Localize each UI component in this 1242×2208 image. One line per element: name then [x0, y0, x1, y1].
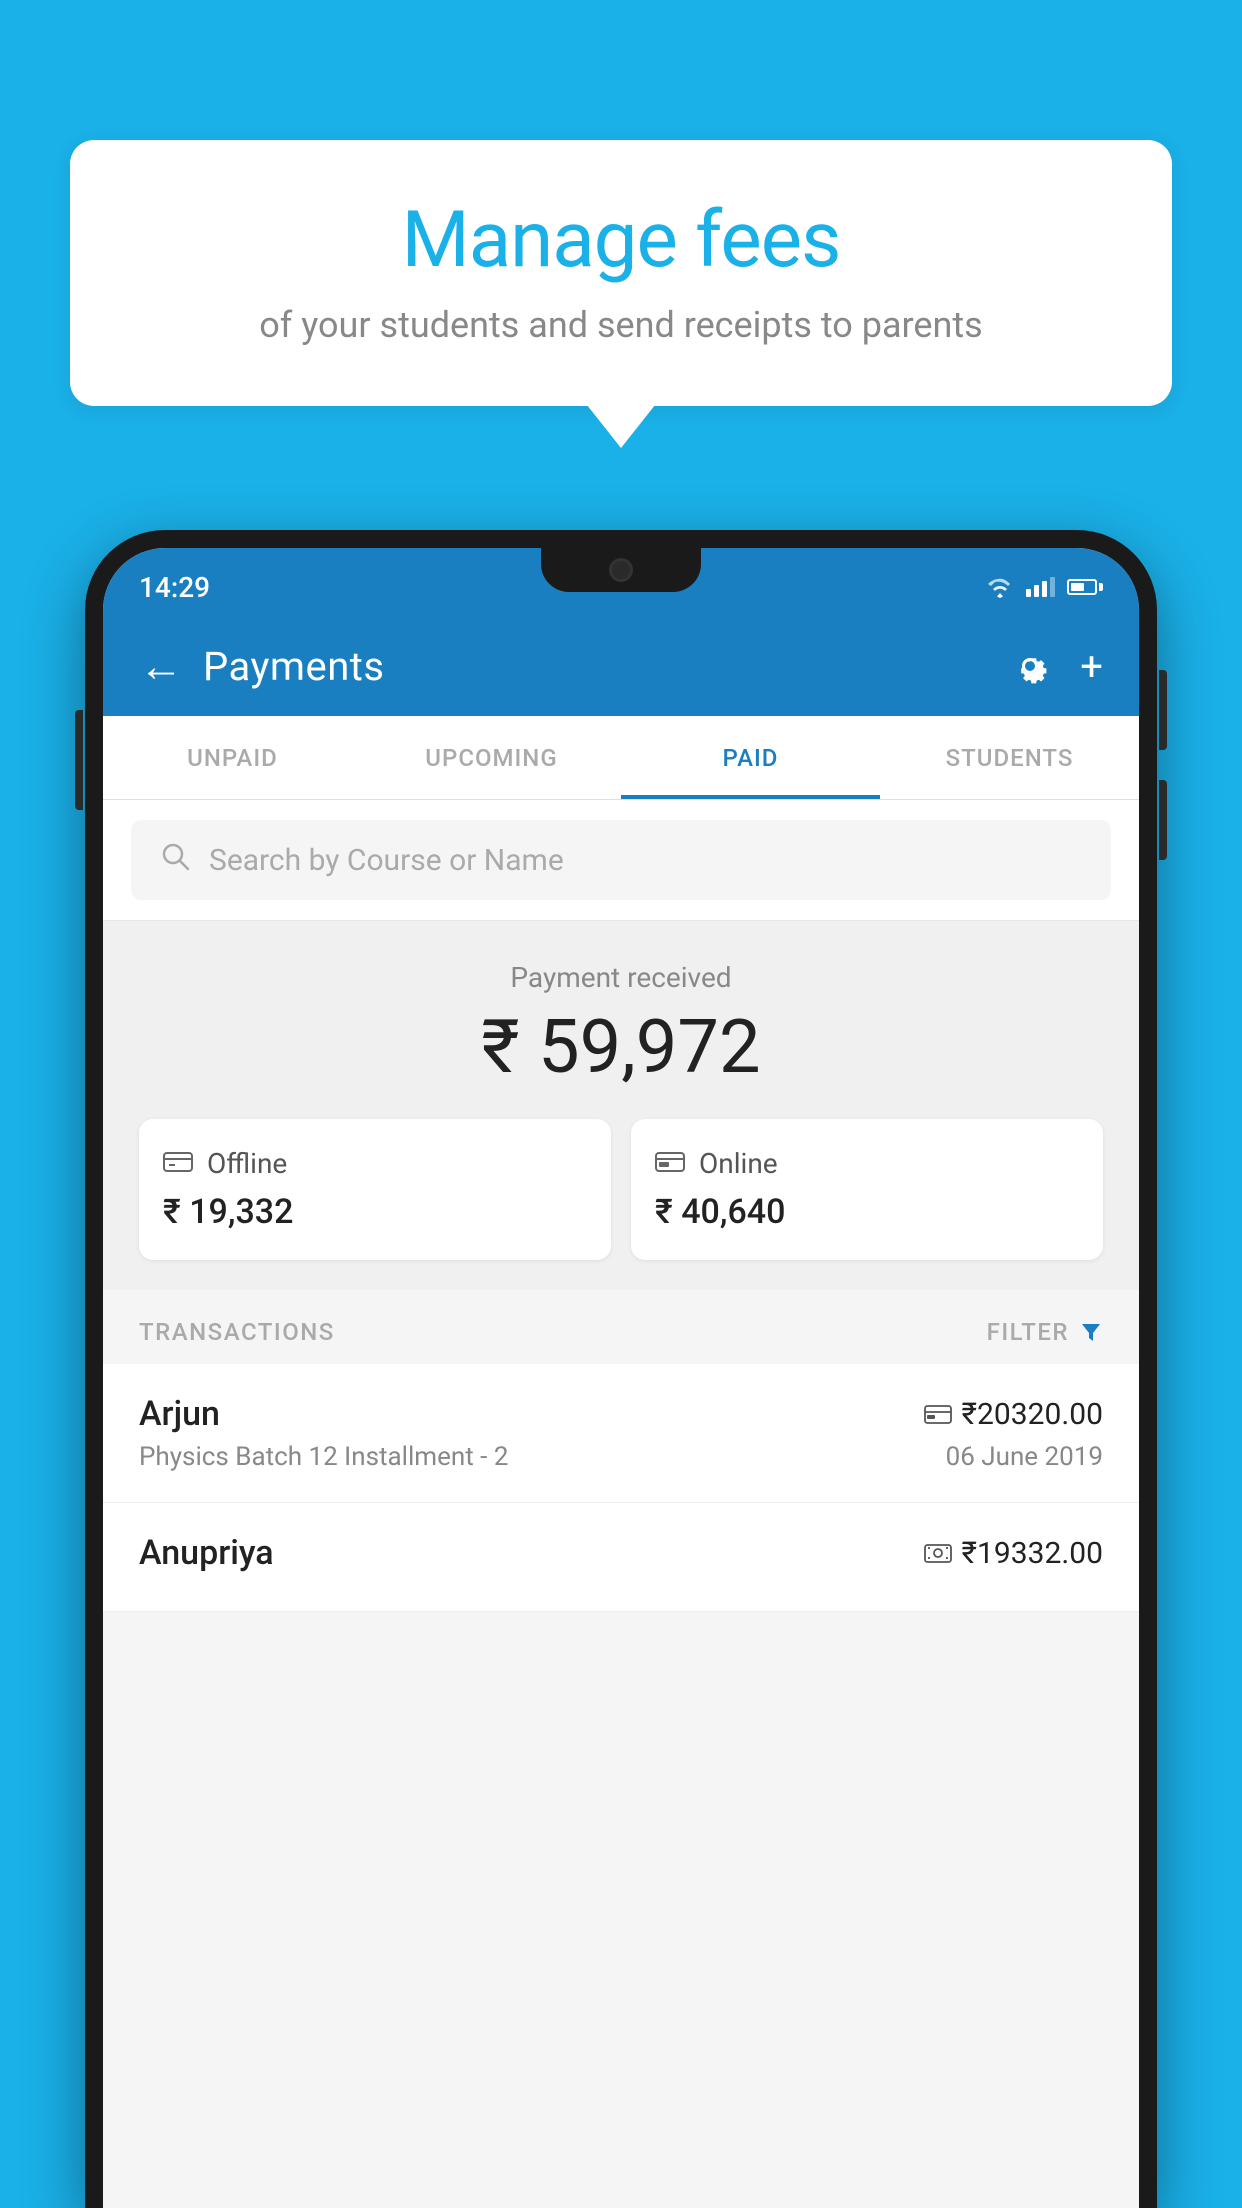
online-payment-card: Online ₹ 40,640	[631, 1119, 1103, 1260]
transaction-date: 06 June 2019	[946, 1442, 1103, 1472]
payment-received-label: Payment received	[139, 961, 1103, 994]
search-container: Search by Course or Name	[103, 800, 1139, 921]
manage-fees-subtitle: of your students and send receipts to pa…	[130, 304, 1112, 346]
tab-unpaid[interactable]: UNPAID	[103, 716, 362, 799]
back-button[interactable]: ←	[139, 644, 183, 688]
offline-payment-card: Offline ₹ 19,332	[139, 1119, 611, 1260]
offline-payment-icon	[163, 1147, 193, 1180]
online-amount: ₹ 40,640	[655, 1192, 1079, 1232]
offline-amount: ₹ 19,332	[163, 1192, 587, 1232]
transaction-row[interactable]: Anupriya ₹19332.00	[103, 1503, 1139, 1612]
card-payment-icon	[924, 1403, 952, 1425]
search-icon	[159, 840, 191, 881]
volume-button	[75, 710, 83, 810]
search-box[interactable]: Search by Course or Name	[131, 820, 1111, 900]
speech-bubble: Manage fees of your students and send re…	[70, 140, 1172, 406]
payment-summary: Payment received ₹ 59,972 Offline	[103, 921, 1139, 1290]
front-camera	[609, 558, 633, 582]
power-button-bottom	[1159, 780, 1167, 860]
wifi-icon	[986, 576, 1014, 598]
speech-bubble-section: Manage fees of your students and send re…	[70, 140, 1172, 406]
payment-cards: Offline ₹ 19,332 Onli	[139, 1119, 1103, 1260]
status-time: 14:29	[139, 571, 210, 604]
phone-notch	[541, 548, 701, 592]
online-payment-icon	[655, 1147, 685, 1180]
tab-upcoming[interactable]: UPCOMING	[362, 716, 621, 799]
search-placeholder: Search by Course or Name	[209, 843, 564, 878]
transaction-amount: ₹20320.00	[924, 1397, 1103, 1432]
power-button-top	[1159, 670, 1167, 750]
student-name: Anupriya	[139, 1533, 274, 1573]
signal-icon	[1026, 577, 1055, 597]
tab-paid[interactable]: PAID	[621, 716, 880, 799]
filter-icon	[1079, 1320, 1103, 1344]
header-title: Payments	[203, 643, 988, 690]
gear-icon[interactable]	[1008, 644, 1052, 688]
phone-screen: 14:29	[103, 548, 1139, 2208]
student-name: Arjun	[139, 1394, 220, 1434]
payment-total-amount: ₹ 59,972	[139, 1004, 1103, 1091]
app-header: ← Payments +	[103, 616, 1139, 716]
phone-frame: 14:29	[85, 530, 1157, 2208]
header-actions: +	[1008, 643, 1103, 690]
status-icons	[986, 576, 1103, 598]
course-name: Physics Batch 12 Installment - 2	[139, 1442, 508, 1472]
transactions-label: TRANSACTIONS	[139, 1318, 335, 1346]
transactions-section-header: TRANSACTIONS FILTER	[103, 1290, 1139, 1364]
add-button[interactable]: +	[1080, 643, 1103, 690]
manage-fees-title: Manage fees	[130, 195, 1112, 286]
cash-payment-icon	[924, 1542, 952, 1564]
filter-container[interactable]: FILTER	[987, 1318, 1103, 1346]
transaction-row[interactable]: Arjun ₹20320.00 Physics Batch 12 Install…	[103, 1364, 1139, 1503]
filter-label: FILTER	[987, 1318, 1069, 1346]
transaction-amount: ₹19332.00	[924, 1536, 1103, 1571]
tabs-bar: UNPAID UPCOMING PAID STUDENTS	[103, 716, 1139, 800]
online-label: Online	[699, 1147, 778, 1180]
offline-label: Offline	[207, 1147, 287, 1180]
tab-students[interactable]: STUDENTS	[880, 716, 1139, 799]
battery-icon	[1067, 579, 1103, 595]
